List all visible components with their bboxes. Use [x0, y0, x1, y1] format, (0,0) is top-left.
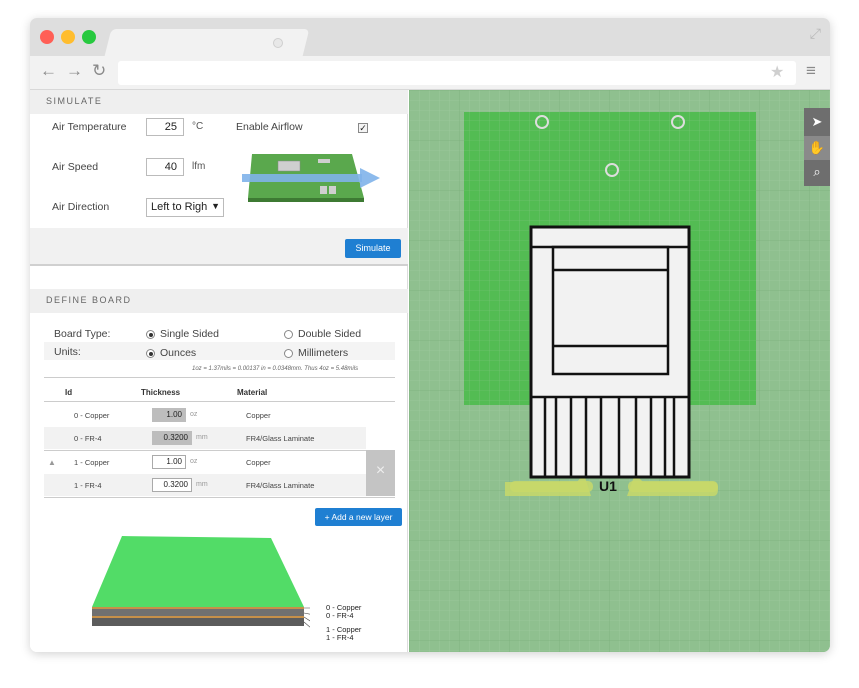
air-direction-value: Left to Righ	[151, 201, 208, 213]
layer-row: 0 - Copper 1.00 oz Copper	[44, 404, 366, 426]
simulate-header: SIMULATE	[30, 90, 408, 114]
table-header-divider	[44, 401, 395, 402]
layer-material: Copper	[246, 458, 271, 467]
layer-unit: oz	[190, 458, 198, 465]
enable-airflow-label: Enable Airflow	[236, 121, 303, 133]
air-direction-select[interactable]: Left to Righ ▼	[146, 198, 224, 217]
layer-row: 0 - FR-4 0.3200 mm FR4/Glass Laminate	[44, 427, 366, 449]
board-stackup-illustration	[92, 536, 310, 628]
tab-close-icon[interactable]	[273, 38, 283, 48]
layer-thickness-input[interactable]: 0.3200	[152, 478, 192, 492]
layer-unit: mm	[196, 434, 208, 441]
table-divider	[44, 377, 395, 378]
column-thickness: Thickness	[141, 388, 181, 397]
delete-layer-button[interactable]: ×	[366, 450, 395, 496]
layer-thickness: 1.00	[152, 408, 186, 422]
double-sided-label: Double Sided	[298, 328, 362, 340]
column-material: Material	[237, 388, 268, 397]
layer-material: Copper	[246, 411, 271, 420]
add-layer-button[interactable]: + Add a new layer	[315, 508, 402, 526]
menu-icon[interactable]: ≡	[806, 61, 816, 81]
millimeters-label: Millimeters	[298, 347, 349, 359]
millimeters-radio[interactable]	[284, 349, 293, 358]
address-bar[interactable]	[118, 61, 796, 85]
stack-label: 0 - FR-4	[326, 611, 354, 620]
single-sided-label: Single Sided	[160, 328, 219, 340]
simulate-button[interactable]: Simulate	[345, 239, 401, 258]
simulate-footer: Simulate	[30, 228, 408, 266]
airflow-illustration	[242, 154, 380, 202]
layer-unit: oz	[190, 411, 198, 418]
ounces-label: Ounces	[160, 347, 197, 359]
fullscreen-icon[interactable]: ⤢	[810, 25, 821, 42]
air-direction-label: Air Direction	[52, 201, 110, 213]
canvas-tools: ➤ ✋ ⌕	[804, 108, 830, 186]
close-window-button[interactable]	[40, 30, 54, 44]
pointer-icon[interactable]: ➤	[804, 110, 830, 134]
board-type-label: Board Type:	[54, 328, 111, 340]
browser-toolbar: ← → ↻ ★ ≡	[30, 56, 830, 90]
bookmark-star-icon[interactable]: ★	[770, 62, 784, 82]
forward-icon[interactable]: →	[66, 61, 83, 81]
layer-material: FR4/Glass Laminate	[246, 434, 315, 443]
table-bottom-divider	[44, 497, 395, 498]
ounces-radio[interactable]	[146, 349, 155, 358]
back-icon[interactable]: ←	[40, 61, 57, 81]
reload-icon[interactable]: ↻	[92, 61, 106, 81]
minimize-window-button[interactable]	[61, 30, 75, 44]
layer-id: 1 - FR-4	[74, 481, 102, 490]
component-label: U1	[599, 478, 617, 494]
board-canvas[interactable]: U1 ➤ ✋ ⌕	[409, 90, 830, 652]
stack-label: 1 - FR-4	[326, 633, 354, 642]
single-sided-radio[interactable]	[146, 330, 155, 339]
layer-row: ▲ 1 - Copper 1.00 oz Copper	[44, 451, 366, 473]
enable-airflow-checkbox[interactable]: ✓	[358, 123, 368, 133]
air-speed-input[interactable]: 40	[146, 158, 184, 176]
layer-id: 1 - Copper	[74, 458, 110, 467]
air-temperature-label: Air Temperature	[52, 121, 127, 133]
column-id: Id	[65, 388, 73, 397]
air-temperature-input[interactable]: 25	[146, 118, 184, 136]
layer-thickness-input[interactable]: 1.00	[152, 455, 186, 469]
double-sided-radio[interactable]	[284, 330, 293, 339]
layer-id: 0 - Copper	[74, 411, 110, 420]
browser-window: ⤢ ← → ↻ ★ ≡ SIMULATE Air Temperature 25 …	[30, 18, 830, 652]
settings-panel: SIMULATE Air Temperature 25 °C Enable Ai…	[30, 90, 408, 652]
layer-row: 1 - FR-4 0.3200 mm FR4/Glass Laminate	[44, 474, 366, 496]
layer-id: 0 - FR-4	[74, 434, 102, 443]
layer-unit: mm	[196, 481, 208, 488]
dropdown-arrow-icon: ▼	[211, 201, 220, 211]
air-speed-label: Air Speed	[52, 161, 99, 173]
air-temperature-unit: °C	[192, 121, 204, 132]
board-drawing	[409, 90, 830, 652]
define-board-header: DEFINE BOARD	[30, 289, 408, 313]
layer-material: FR4/Glass Laminate	[246, 481, 315, 490]
title-bar: ⤢	[30, 18, 830, 56]
layer-thickness: 0.3200	[152, 431, 192, 445]
conversion-note: 1oz = 1.37mils = 0.00137 in = 0.0348mm. …	[192, 366, 359, 372]
zoom-icon[interactable]: ⌕	[804, 160, 830, 184]
air-speed-unit: lfm	[192, 161, 206, 172]
move-up-icon[interactable]: ▲	[48, 458, 56, 467]
hand-icon[interactable]: ✋	[804, 136, 830, 160]
zoom-window-button[interactable]	[82, 30, 96, 44]
units-label: Units:	[54, 346, 81, 358]
